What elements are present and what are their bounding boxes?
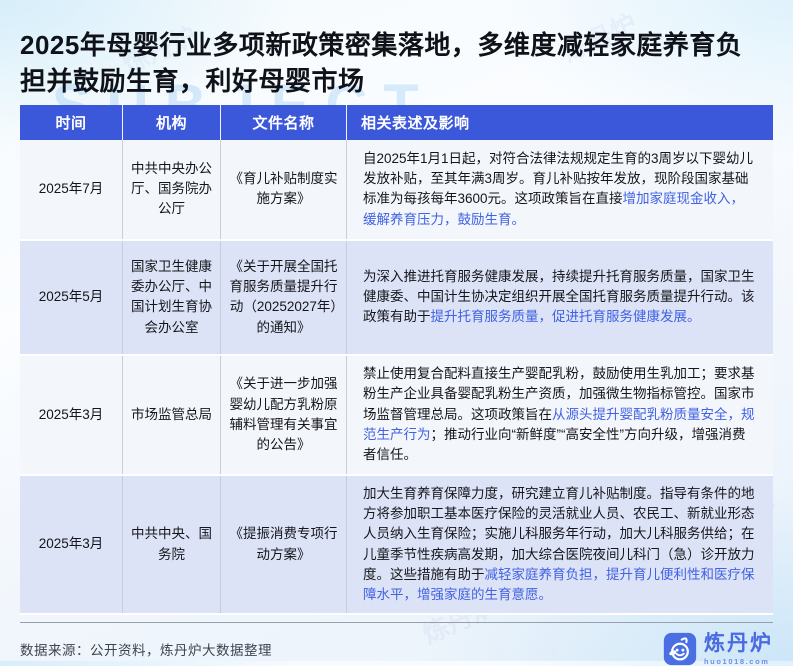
row-org-cell: 市场监管总局: [123, 355, 221, 474]
row-content-text: 自2025年1月1日起，对符合法律法规规定生育的3周岁以下婴幼儿发放补贴，至其年…: [363, 149, 757, 230]
footer-divider: [20, 622, 773, 624]
row-content-text: 禁止使用复合配料直接生产婴配乳粉，鼓励使用生乳加工；要求基粉生产企业具备婴配乳粉…: [363, 364, 757, 465]
table-row: 2025年3月 市场监管总局 《关于进一步加强婴幼儿配方乳粉原辅料管理有关事宜的公告…: [20, 355, 773, 476]
table-body: 2025年7月 中共中央办公厅、国务院办公厅 《育儿补贴制度实施方案》 自2025年1…: [20, 139, 773, 616]
row-time-cell: 2025年3月: [20, 475, 123, 614]
col-header-doc: 文件名称: [221, 104, 347, 140]
row-org-cell: 中共中央、国务院: [123, 475, 221, 614]
row-time-cell: 2025年5月: [20, 240, 123, 354]
row-content-text: 加大生育养育保障力度，研究建立育儿补贴制度。指导有条件的地方将参加职工基本医疗保…: [363, 484, 757, 606]
table-row: 2025年3月 中共中央、国务院 《提振消费专项行动方案》 加大生育养育保障力度，研究…: [20, 475, 773, 616]
row-doc-cell: 《育儿补贴制度实施方案》: [221, 139, 347, 239]
row-doc-cell: 《提振消费专项行动方案》: [221, 475, 347, 614]
row-time-cell: 2025年3月: [20, 355, 123, 474]
data-source-note: 数据来源：公开资料，炼丹炉大数据整理: [20, 643, 272, 659]
row-content-text: 为深入推进托育服务健康发展，持续提升托育服务质量，国家卫生健康委、中国计生协决定…: [363, 267, 757, 328]
brand-url: huo1018.com: [704, 656, 770, 666]
row-content-cell: 为深入推进托育服务健康发展，持续提升托育服务质量，国家卫生健康委、中国计生协决定…: [347, 241, 773, 354]
row-time-cell: 2025年7月: [20, 139, 123, 239]
row-doc-cell: 《关于进一步加强婴幼儿配方乳粉原辅料管理有关事宜的公告》: [221, 355, 347, 474]
highlighted-text: 提升托育服务质量，促进托育服务健康发展。: [430, 309, 701, 325]
col-header-org: 机构: [123, 104, 221, 140]
row-content-cell: 自2025年1月1日起，对符合法律法规规定生育的3周岁以下婴幼儿发放补贴，至其年…: [347, 140, 773, 239]
row-doc-cell: 《关于开展全国托育服务质量提升行动（20252027年）的通知》: [221, 240, 347, 354]
col-header-impact: 相关表述及影响: [361, 114, 470, 132]
table-row: 2025年7月 中共中央办公厅、国务院办公厅 《育儿补贴制度实施方案》 自2025年1…: [20, 139, 773, 241]
row-org-cell: 国家卫生健康委办公厅、中国计划生育协会办公室: [123, 240, 221, 354]
policy-table: 时间 机构 文件名称 相关表述及影响 2025年7月 中共中央办公厅、国务院办公厅…: [20, 104, 773, 616]
brand-name: 炼丹炉: [704, 631, 773, 655]
page-title: 2025年母婴行业多项新政策密集落地，多维度减轻家庭养育负担并鼓励生育，利好母婴…: [20, 30, 743, 96]
row-content-cell: 禁止使用复合配料直接生产婴配乳粉，鼓励使用生乳加工；要求基粉生产企业具备婴配乳粉…: [347, 356, 773, 474]
row-org-cell: 中共中央办公厅、国务院办公厅: [123, 139, 221, 239]
infographic-canvas: 2025年母婴行业多项新政策密集落地，多维度减轻家庭养育负担并鼓励生育，利好母婴…: [0, 0, 793, 666]
table-row: 2025年5月 国家卫生健康委办公厅、中国计划生育协会办公室 《关于开展全国托育服务…: [20, 240, 773, 356]
row-content-cell: 加大生育养育保障力度，研究建立育儿补贴制度。指导有条件的地方将参加职工基本医疗保…: [347, 476, 773, 614]
table-header-row: 时间 机构 文件名称 相关表述及影响: [20, 104, 773, 140]
col-header-time: 时间: [20, 104, 123, 140]
